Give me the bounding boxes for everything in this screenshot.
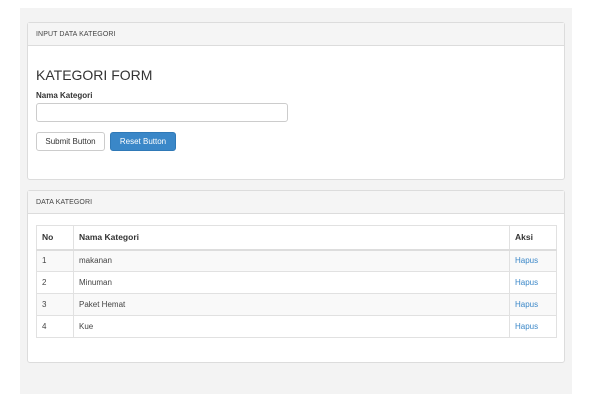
reset-button[interactable]: Reset Button bbox=[110, 132, 176, 151]
table-row: 2 Minuman Hapus bbox=[36, 271, 557, 294]
input-kategori-panel: INPUT DATA KATEGORI KATEGORI FORM Nama K… bbox=[27, 22, 565, 180]
cell-aksi: Hapus bbox=[509, 315, 557, 338]
hapus-link[interactable]: Hapus bbox=[515, 278, 538, 287]
hapus-link[interactable]: Hapus bbox=[515, 256, 538, 265]
nama-kategori-input[interactable] bbox=[36, 103, 288, 122]
hapus-link[interactable]: Hapus bbox=[515, 300, 538, 309]
cell-nama-kategori: makanan bbox=[73, 249, 510, 272]
cell-aksi: Hapus bbox=[509, 249, 557, 272]
table-header-row: No Nama Kategori Aksi bbox=[36, 225, 557, 251]
table-row: 4 Kue Hapus bbox=[36, 315, 557, 338]
cell-no: 3 bbox=[36, 293, 74, 316]
cell-nama-kategori: Paket Hemat bbox=[73, 293, 510, 316]
column-header-no: No bbox=[36, 225, 74, 251]
cell-no: 2 bbox=[36, 271, 74, 294]
table-row: 1 makanan Hapus bbox=[36, 249, 557, 272]
cell-aksi: Hapus bbox=[509, 271, 557, 294]
cell-no: 1 bbox=[36, 249, 74, 272]
data-kategori-panel: DATA KATEGORI No Nama Kategori Aksi 1 ma… bbox=[27, 190, 565, 363]
data-panel-heading: DATA KATEGORI bbox=[28, 191, 564, 214]
nama-kategori-label: Nama Kategori bbox=[36, 91, 93, 100]
cell-nama-kategori: Kue bbox=[73, 315, 510, 338]
form-title: KATEGORI FORM bbox=[36, 67, 153, 83]
hapus-link[interactable]: Hapus bbox=[515, 322, 538, 331]
cell-nama-kategori: Minuman bbox=[73, 271, 510, 294]
kategori-table: No Nama Kategori Aksi 1 makanan Hapus 2 … bbox=[36, 225, 557, 338]
submit-button[interactable]: Submit Button bbox=[36, 132, 105, 151]
cell-no: 4 bbox=[36, 315, 74, 338]
column-header-aksi: Aksi bbox=[509, 225, 557, 251]
table-row: 3 Paket Hemat Hapus bbox=[36, 293, 557, 316]
input-panel-heading: INPUT DATA KATEGORI bbox=[28, 23, 564, 46]
column-header-nama-kategori: Nama Kategori bbox=[73, 225, 510, 251]
cell-aksi: Hapus bbox=[509, 293, 557, 316]
